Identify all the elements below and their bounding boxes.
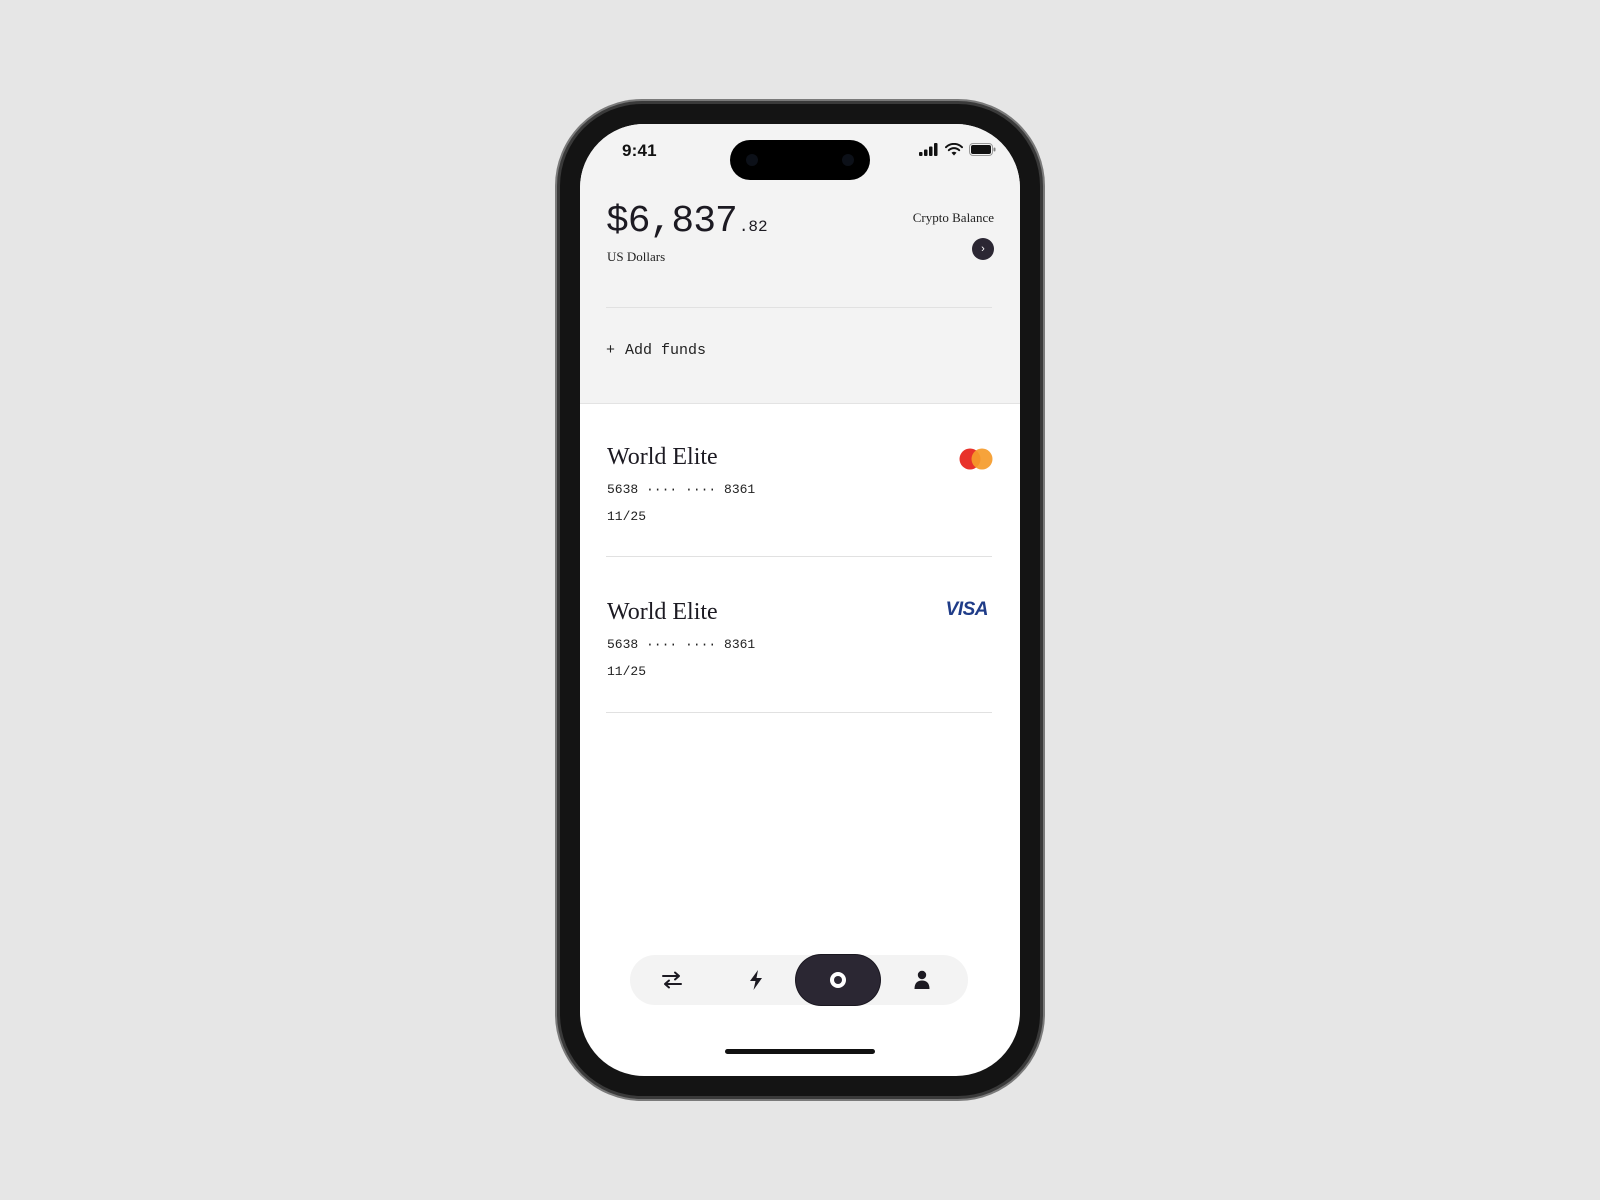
card-name: World Elite [607, 599, 718, 625]
transfer-arrows-icon [662, 971, 682, 989]
balance-panel: 9:41 $6,837 .82 US Dollars Crypto Balanc… [580, 124, 1020, 404]
nav-item-transfers[interactable] [630, 955, 714, 1005]
mastercard-logo-icon [959, 448, 993, 470]
dynamic-island [730, 140, 870, 180]
nav-item-cards[interactable] [796, 955, 880, 1005]
balance-amount: $6,837 .82 [606, 200, 768, 243]
card-number: 5638 ···· ···· 8361 [607, 637, 756, 652]
visa-logo-icon: VISA [945, 599, 989, 620]
lightning-bolt-icon [750, 970, 762, 990]
battery-icon [969, 143, 996, 156]
card-item-visa[interactable]: World Elite 5638 ···· ···· 8361 11/25 VI… [580, 571, 1020, 721]
home-indicator[interactable] [725, 1049, 875, 1054]
crypto-balance-button[interactable]: › [972, 238, 994, 260]
nav-item-activity[interactable] [714, 955, 798, 1005]
add-funds-label: Add funds [625, 342, 707, 359]
card-name: World Elite [607, 444, 718, 470]
sensor-icon [746, 154, 758, 166]
bottom-nav [630, 955, 968, 1005]
crypto-balance-label[interactable]: Crypto Balance [913, 210, 994, 226]
balance-whole: $6,837 [606, 200, 738, 243]
card-item-mastercard[interactable]: World Elite 5638 ···· ···· 8361 11/25 [580, 416, 1020, 566]
chevron-right-icon: › [981, 243, 985, 255]
camera-icon [842, 154, 854, 166]
divider [606, 712, 992, 713]
currency-label: US Dollars [607, 249, 666, 264]
cards-circle-icon [830, 972, 846, 988]
power-button [1040, 404, 1045, 522]
card-number: 5638 ···· ···· 8361 [607, 482, 756, 497]
plus-icon: + [606, 342, 616, 359]
status-icons [919, 143, 996, 156]
phone-screen: 9:41 $6,837 .82 US Dollars Crypto Balanc… [580, 124, 1020, 1076]
nav-item-profile[interactable] [880, 955, 964, 1005]
card-expiry: 11/25 [607, 664, 647, 679]
divider [606, 556, 992, 557]
wifi-icon [945, 143, 963, 156]
signal-icon [919, 143, 938, 156]
add-funds-button[interactable]: + Add funds [606, 342, 706, 359]
divider [606, 307, 992, 308]
status-time: 9:41 [622, 141, 657, 160]
card-expiry: 11/25 [607, 509, 647, 524]
person-icon [914, 970, 930, 989]
balance-cents: .82 [738, 218, 768, 236]
